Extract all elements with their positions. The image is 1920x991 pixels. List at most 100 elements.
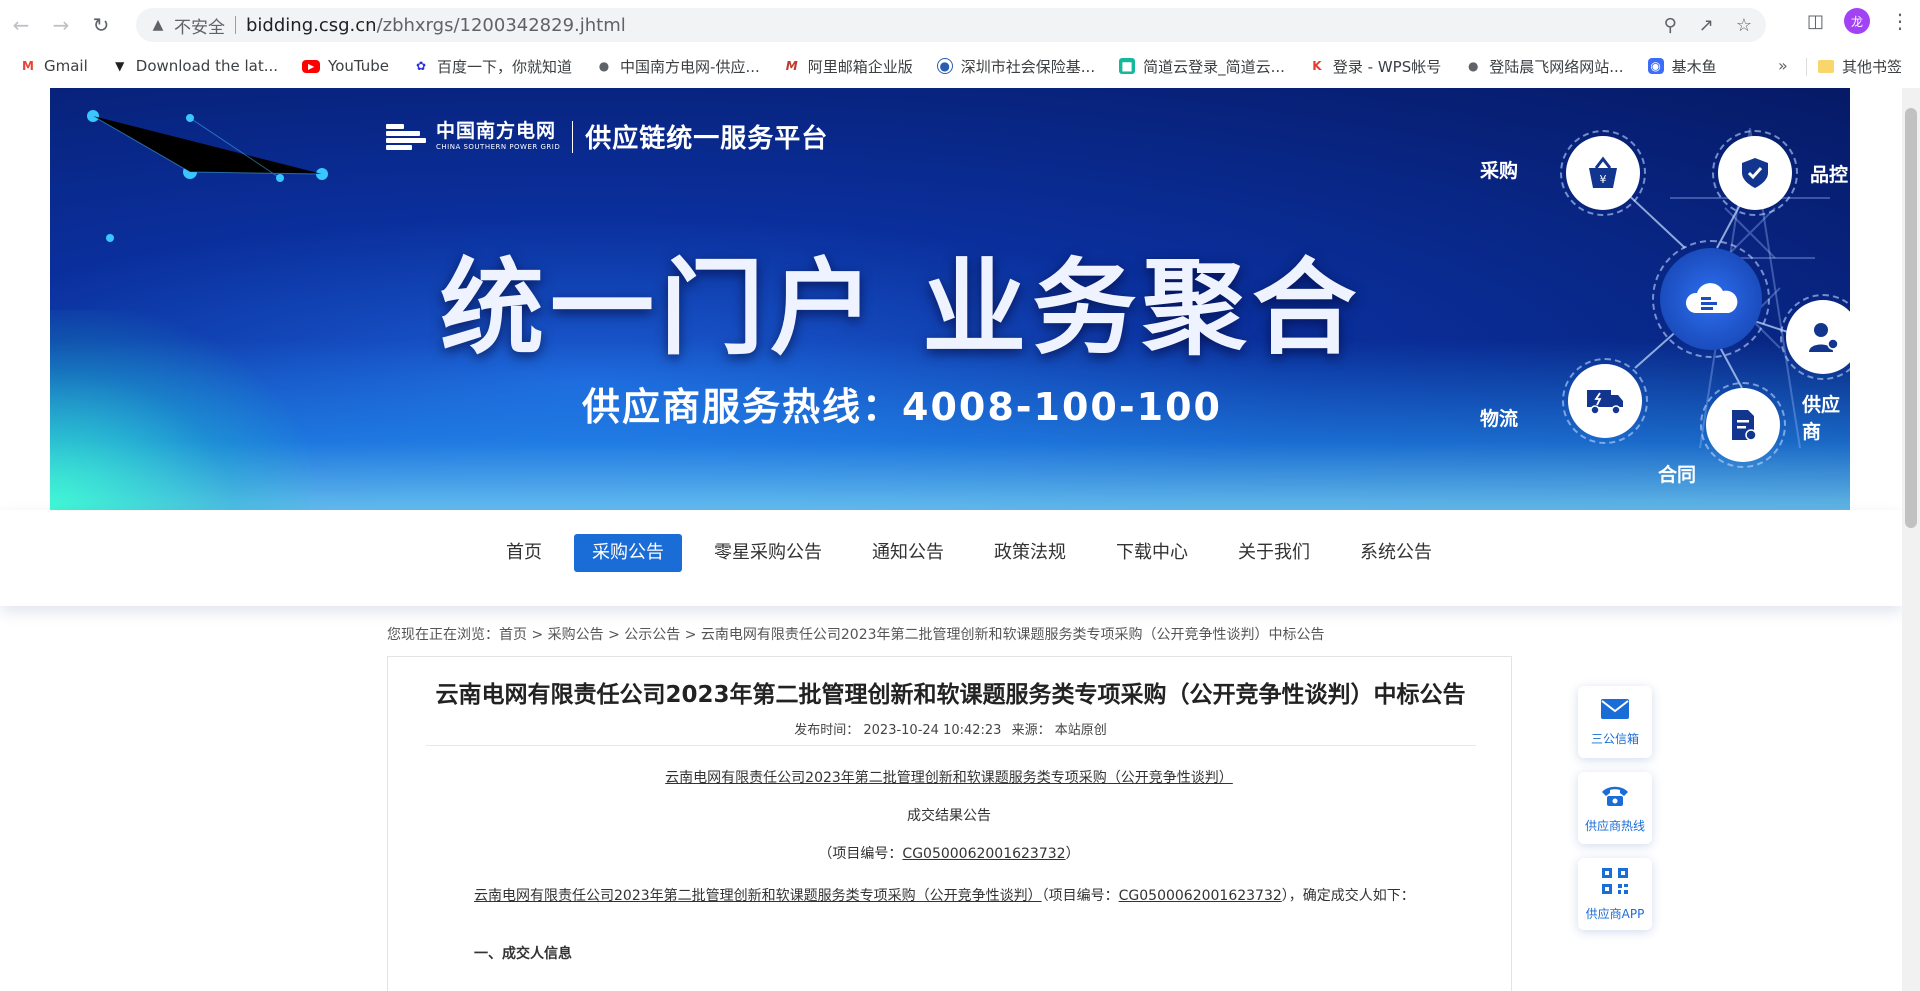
service-hub-diagram: ¥ 采购 品控 供应商 合同 物流 — [1480, 88, 1850, 510]
other-bookmarks[interactable]: 其他书签 — [1818, 50, 1902, 82]
wps-icon: K — [1312, 59, 1322, 73]
nav-policies[interactable]: 政策法规 — [976, 534, 1084, 572]
nav-home[interactable]: 首页 — [488, 534, 560, 572]
page-viewport: 中国南方电网 CHINA SOUTHERN POWER GRID 供应链统一服务… — [0, 88, 1902, 991]
bookmark-baidu[interactable]: ✿ 百度一下，你就知道 — [413, 56, 572, 77]
ali-mail-icon: M — [785, 59, 798, 73]
bookmark-ali-mail[interactable]: M 阿里邮箱企业版 — [784, 56, 913, 77]
scrollbar-thumb[interactable] — [1905, 108, 1917, 528]
decision-paragraph: 云南电网有限责任公司2023年第二批管理创新和软课题服务类专项采购（公开竞争性谈… — [474, 888, 1415, 904]
bookmarks-overflow-chevron-icon[interactable]: » — [1778, 56, 1788, 75]
omnibox-separator — [235, 16, 236, 34]
platform-name: 供应链统一服务平台 — [585, 124, 829, 154]
banner-headline: 统一门户 业务聚合 — [440, 247, 1363, 369]
hotline-label: 供应商热线 — [1584, 818, 1645, 833]
shopping-basket-icon: ¥ — [1566, 136, 1640, 210]
browser-right-tools: ◫ 龙 ⋮ — [1807, 8, 1910, 34]
zoom-icon[interactable]: ⚲ — [1664, 15, 1677, 36]
bookmarks-separator — [1806, 58, 1807, 76]
article-divider — [426, 745, 1476, 746]
hub-label-logistics: 物流 — [1480, 408, 1519, 430]
csg-logo[interactable]: 中国南方电网 CHINA SOUTHERN POWER GRID 供应链统一服务… — [386, 118, 828, 155]
hub-label-purchase: 采购 — [1480, 160, 1519, 182]
qr-code-icon — [1601, 867, 1629, 899]
share-icon[interactable]: ↗ — [1699, 15, 1714, 36]
profile-avatar[interactable]: 龙 — [1844, 8, 1870, 34]
hub-node-purchase[interactable]: ¥ — [1560, 130, 1646, 216]
publish-time: 2023-10-24 10:42:23 — [863, 723, 1002, 738]
supplier-person-icon — [1786, 300, 1850, 374]
forward-arrow-icon[interactable]: → — [46, 10, 76, 40]
hub-label-contract: 合同 — [1658, 464, 1697, 486]
reload-icon[interactable]: ↻ — [86, 10, 116, 40]
side-panel-icon[interactable]: ◫ — [1807, 11, 1824, 32]
logo-text: 中国南方电网 CHINA SOUTHERN POWER GRID — [436, 120, 561, 151]
section-winner-info: 一、成交人信息 — [474, 946, 572, 962]
bookmark-jiandaoyun[interactable]: ■ 简道云登录_简道云... — [1119, 56, 1285, 77]
svg-text:¥: ¥ — [1600, 173, 1607, 186]
jimuyu-icon: ◉ — [1647, 58, 1664, 74]
banner-hotline: 供应商服务热线：4008-100-100 — [582, 385, 1222, 429]
gmail-icon: M — [22, 59, 34, 73]
bookmark-gmail[interactable]: M Gmail — [20, 57, 88, 75]
hub-node-contract[interactable] — [1700, 382, 1786, 468]
mailbox-widget[interactable]: 三公信箱 — [1578, 686, 1652, 758]
star-bookmark-icon[interactable]: ☆ — [1736, 15, 1752, 36]
page-scrollbar[interactable] — [1902, 88, 1920, 991]
url-host[interactable]: bidding.csg.cn — [246, 15, 377, 36]
article-source: 本站原创 — [1054, 723, 1107, 738]
download-site-icon: ▼ — [115, 59, 125, 73]
globe-icon: ● — [1468, 59, 1479, 73]
article-title: 云南电网有限责任公司2023年第二批管理创新和软课题服务类专项采购（公开竞争性谈… — [435, 682, 1466, 708]
nav-about[interactable]: 关于我们 — [1220, 534, 1328, 572]
insecure-label[interactable]: 不安全 — [174, 13, 225, 38]
globe-icon: ● — [598, 59, 610, 73]
app-label: 供应商APP — [1585, 906, 1645, 921]
delivery-truck-icon — [1568, 364, 1642, 438]
bookmark-wps[interactable]: K 登录 - WPS帐号 — [1309, 56, 1441, 77]
hub-node-quality[interactable] — [1712, 130, 1798, 216]
baidu-icon: ✿ — [416, 59, 427, 73]
hub-label-quality: 品控 — [1810, 164, 1849, 186]
app-widget[interactable]: 供应商APP — [1578, 858, 1652, 930]
bookmark-chenfei[interactable]: ● 登陆晨飞网络网站... — [1465, 56, 1624, 77]
warning-triangle-icon[interactable]: ▲ — [150, 17, 166, 33]
menu-kebab-icon[interactable]: ⋮ — [1890, 9, 1910, 33]
notice-type: 成交结果公告 — [907, 808, 991, 824]
mailbox-label: 三公信箱 — [1590, 731, 1639, 746]
bookmark-csg[interactable]: ● 中国南方电网-供应... — [596, 56, 760, 77]
bookmark-shebao[interactable]: ● 深圳市社会保险基... — [936, 56, 1095, 77]
nav-system-notices[interactable]: 系统公告 — [1342, 534, 1450, 572]
url-path[interactable]: /zbhxrgs/1200342829.jhtml — [377, 15, 626, 36]
shield-check-icon — [1718, 136, 1792, 210]
bookmark-jimuyu[interactable]: ◉ 基木鱼 — [1647, 56, 1717, 77]
nav-sporadic-procurement[interactable]: 零星采购公告 — [696, 534, 840, 572]
hub-label-supplier: 供应商 — [1802, 394, 1841, 443]
shebao-icon: ● — [936, 58, 953, 74]
project-name-line: 云南电网有限责任公司2023年第二批管理创新和软课题服务类专项采购（公开竞争性谈… — [665, 770, 1233, 786]
nav-items: 首页 采购公告 零星采购公告 通知公告 政策法规 下载中心 关于我们 系统公告 — [488, 534, 1464, 572]
back-arrow-icon[interactable]: ← — [6, 10, 36, 40]
hotline-widget[interactable]: 供应商热线 — [1578, 772, 1652, 844]
nav-procurement-announcements[interactable]: 采购公告 — [574, 534, 682, 572]
article-meta: 发布时间： 2023-10-24 10:42:23 来源： 本站原创 — [794, 723, 1107, 738]
csg-logo-mark-icon — [386, 122, 428, 152]
nav-downloads[interactable]: 下载中心 — [1098, 534, 1206, 572]
jiandaoyun-icon: ■ — [1119, 58, 1136, 74]
bookmark-download[interactable]: ▼ Download the lat... — [112, 57, 278, 75]
bookmark-youtube[interactable]: ▶ YouTube — [302, 57, 389, 75]
logo-divider — [572, 120, 574, 153]
omnibox-actions: ⚲ ↗ ☆ — [1664, 8, 1752, 42]
main-navbar: 首页 采购公告 零星采购公告 通知公告 政策法规 下载中心 关于我们 系统公告 — [0, 510, 1902, 606]
hub-center-node — [1652, 240, 1770, 358]
contract-document-icon — [1706, 388, 1780, 462]
envelope-icon — [1600, 698, 1630, 724]
breadcrumb-trail[interactable]: 首页 > 采购公告 > 公示公告 > 云南电网有限责任公司2023年第二批管理创… — [499, 627, 1325, 643]
browser-toolbar: ← → ↻ ▲ 不安全 bidding.csg.cn /zbhxrgs/1200… — [0, 0, 1920, 50]
article-card: 云南电网有限责任公司2023年第二批管理创新和软课题服务类专项采购（公开竞争性谈… — [387, 656, 1512, 991]
project-number-line: （项目编号：CG0500062001623732） — [818, 846, 1080, 862]
hub-node-logistics[interactable] — [1562, 358, 1648, 444]
breadcrumb: 您现在正在浏览：首页 > 采购公告 > 公示公告 > 云南电网有限责任公司202… — [387, 624, 1325, 644]
address-bar[interactable]: ▲ 不安全 bidding.csg.cn /zbhxrgs/1200342829… — [136, 8, 1766, 42]
nav-notices[interactable]: 通知公告 — [854, 534, 962, 572]
